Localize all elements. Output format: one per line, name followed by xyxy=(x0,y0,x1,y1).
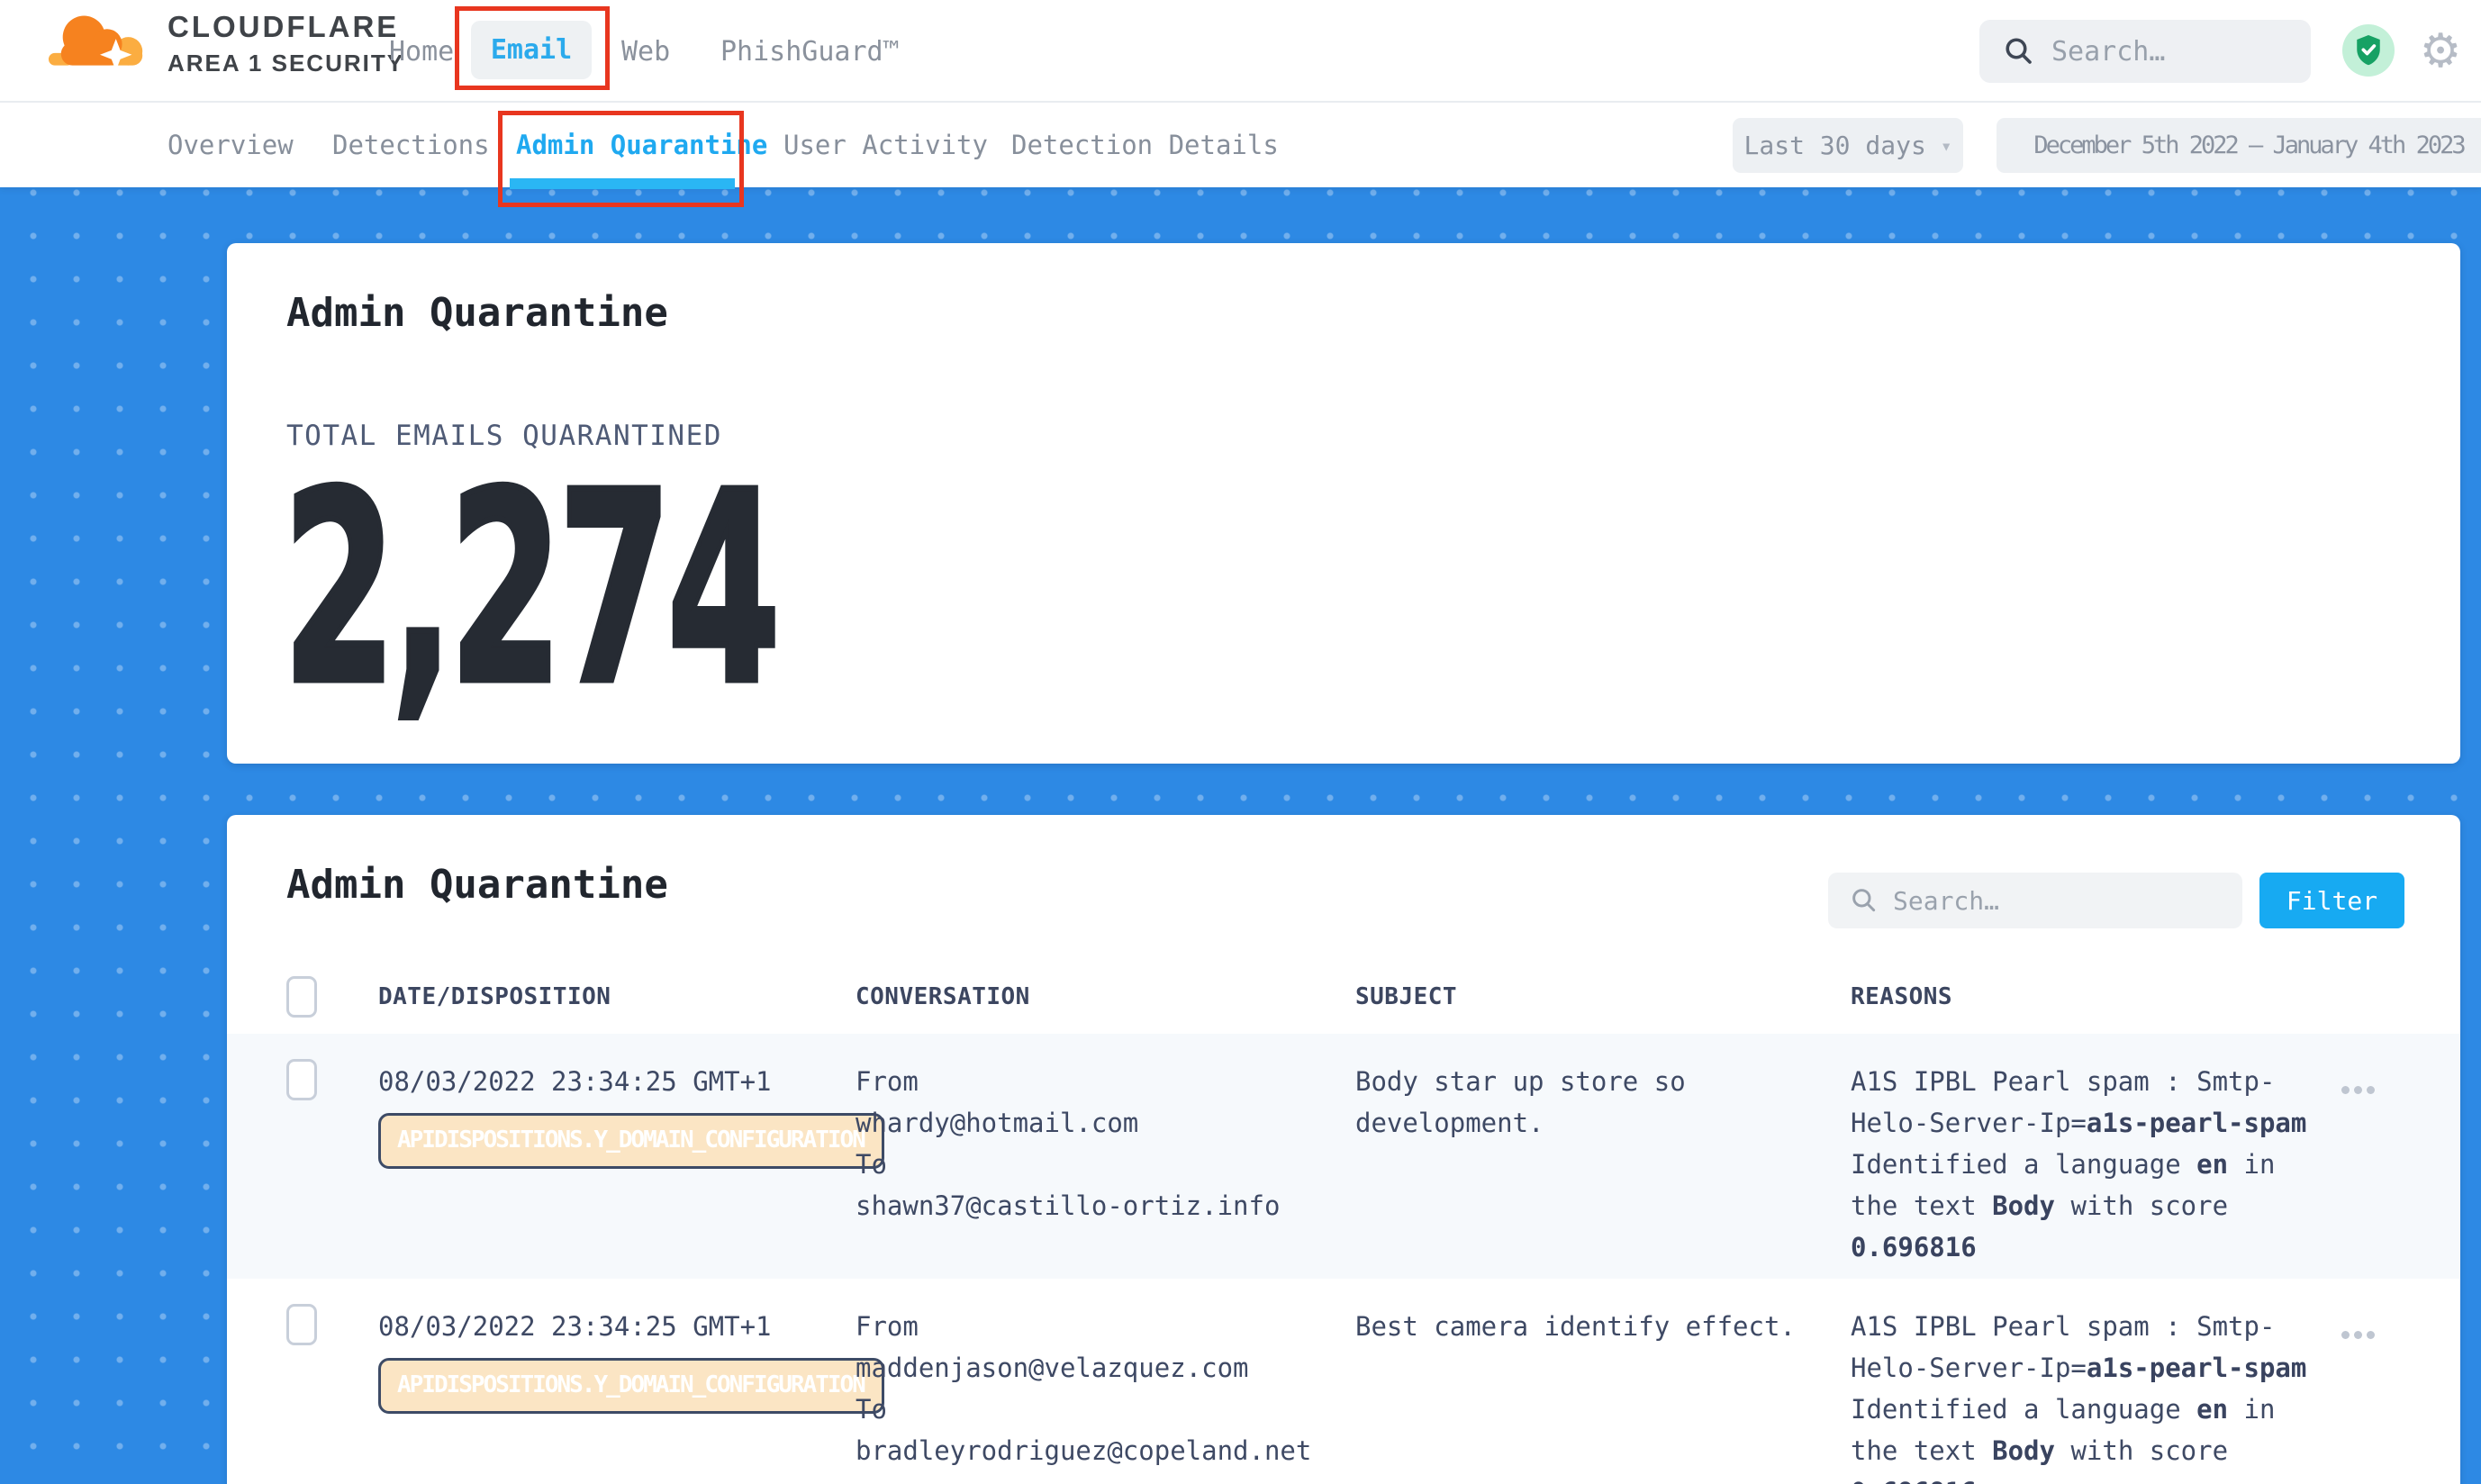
disposition-badge: APIDISPOSITIONS.Y_DOMAIN_CONFIGURATION xyxy=(378,1113,884,1169)
summary-card-title: Admin Quarantine xyxy=(286,290,668,336)
page-background: Admin Quarantine TOTAL EMAILS QUARANTINE… xyxy=(0,187,2481,1484)
row-subject: Best camera identify effect. xyxy=(1355,1279,1851,1347)
row-date: 08/03/2022 23:34:25 GMT+1 xyxy=(378,1306,856,1347)
to-label: To xyxy=(856,1389,1355,1430)
tab-detections[interactable]: Detections xyxy=(332,103,490,187)
col-header-conversation: CONVERSATION xyxy=(856,983,1355,1010)
tab-overview[interactable]: Overview xyxy=(168,103,294,187)
to-label: To xyxy=(856,1144,1355,1185)
col-header-reasons: REASONS xyxy=(1851,983,2314,1010)
active-tab-underline xyxy=(510,178,735,189)
table-row[interactable]: 08/03/2022 23:34:25 GMT+1 APIDISPOSITION… xyxy=(227,1034,2460,1279)
brand-subname: AREA 1 SECURITY xyxy=(168,50,404,77)
date-preset-dropdown[interactable]: Last 30 days ▾ xyxy=(1733,118,1963,173)
shield-check-icon xyxy=(2353,33,2384,68)
table-card-title: Admin Quarantine xyxy=(286,862,668,908)
date-preset-label: Last 30 days xyxy=(1744,131,1926,160)
from-label: From xyxy=(856,1306,1355,1347)
row-actions-menu-icon[interactable] xyxy=(2341,1086,2375,1094)
disposition-badge: APIDISPOSITIONS.Y_DOMAIN_CONFIGURATION xyxy=(378,1358,884,1414)
row-date-disposition: 08/03/2022 23:34:25 GMT+1 APIDISPOSITION… xyxy=(378,1279,856,1347)
global-search xyxy=(1979,20,2311,83)
cloudflare-cloud-icon xyxy=(47,7,153,79)
filter-button[interactable]: Filter xyxy=(2259,873,2404,928)
protection-status-button[interactable] xyxy=(2342,24,2395,77)
row-subject: Body star up store so development. xyxy=(1355,1034,1851,1144)
row-checkbox[interactable] xyxy=(286,1304,317,1345)
email-subnav: Overview Detections Admin Quarantine Use… xyxy=(0,103,2481,187)
nav-item-phishguard[interactable]: PhishGuard™ xyxy=(720,0,900,103)
select-all-checkbox[interactable] xyxy=(286,976,317,1018)
quarantine-table-card: Admin Quarantine Filter DATE/DISPOSITION… xyxy=(227,815,2460,1484)
chevron-down-icon: ▾ xyxy=(1941,135,1952,157)
total-quarantined-value: 2,274 xyxy=(283,457,776,720)
from-label: From xyxy=(856,1061,1355,1102)
tab-detection-details[interactable]: Detection Details xyxy=(1011,103,1279,187)
global-search-input[interactable] xyxy=(2051,36,2286,68)
table-row[interactable]: 08/03/2022 23:34:25 GMT+1 APIDISPOSITION… xyxy=(227,1279,2460,1484)
from-email: whardy@hotmail.com xyxy=(856,1102,1355,1144)
brand-name: CLOUDFLARE xyxy=(168,10,404,44)
row-conversation: From maddenjason@velazquez.com To bradle… xyxy=(856,1279,1355,1471)
row-checkbox[interactable] xyxy=(286,1059,317,1100)
search-icon xyxy=(2003,35,2035,68)
search-icon xyxy=(1850,886,1879,915)
row-actions-menu-icon[interactable] xyxy=(2341,1331,2375,1339)
tab-user-activity[interactable]: User Activity xyxy=(783,103,988,187)
nav-item-web[interactable]: Web xyxy=(621,0,670,103)
row-date: 08/03/2022 23:34:25 GMT+1 xyxy=(378,1061,856,1102)
table-search-input[interactable] xyxy=(1893,886,2190,916)
to-email: shawn37@castillo-ortiz.info xyxy=(856,1185,1355,1226)
row-date-disposition: 08/03/2022 23:34:25 GMT+1 APIDISPOSITION… xyxy=(378,1034,856,1102)
from-email: maddenjason@velazquez.com xyxy=(856,1347,1355,1389)
date-range-display[interactable]: December 5th 2022 — January 4th 2023 xyxy=(1997,118,2481,173)
nav-item-email[interactable]: Email xyxy=(471,21,592,79)
row-reasons: A1S IPBL Pearl spam : Smtp-Helo-Server-I… xyxy=(1851,1034,2314,1268)
nav-item-home[interactable]: Home xyxy=(389,0,454,103)
row-reasons: A1S IPBL Pearl spam : Smtp-Helo-Server-I… xyxy=(1851,1279,2314,1484)
table-header-row: DATE/DISPOSITION CONVERSATION SUBJECT RE… xyxy=(227,960,2460,1034)
settings-gear-icon[interactable]: ⚙ xyxy=(2413,22,2467,81)
cloudflare-logo[interactable]: CLOUDFLARE AREA 1 SECURITY xyxy=(47,7,404,79)
col-header-date-disposition: DATE/DISPOSITION xyxy=(378,983,856,1010)
quarantine-table: DATE/DISPOSITION CONVERSATION SUBJECT RE… xyxy=(227,960,2460,1484)
tab-admin-quarantine[interactable]: Admin Quarantine xyxy=(516,103,767,187)
table-search xyxy=(1828,873,2242,928)
summary-card: Admin Quarantine TOTAL EMAILS QUARANTINE… xyxy=(227,243,2460,764)
col-header-subject: SUBJECT xyxy=(1355,983,1851,1010)
to-email: bradleyrodriguez@copeland.net xyxy=(856,1430,1355,1471)
top-header: CLOUDFLARE AREA 1 SECURITY Home Email We… xyxy=(0,0,2481,103)
brand-text: CLOUDFLARE AREA 1 SECURITY xyxy=(168,10,404,77)
area1-dashboard: CLOUDFLARE AREA 1 SECURITY Home Email We… xyxy=(0,0,2481,1484)
row-conversation: From whardy@hotmail.com To shawn37@casti… xyxy=(856,1034,1355,1226)
date-range-label: December 5th 2022 — January 4th 2023 xyxy=(2033,131,2463,159)
